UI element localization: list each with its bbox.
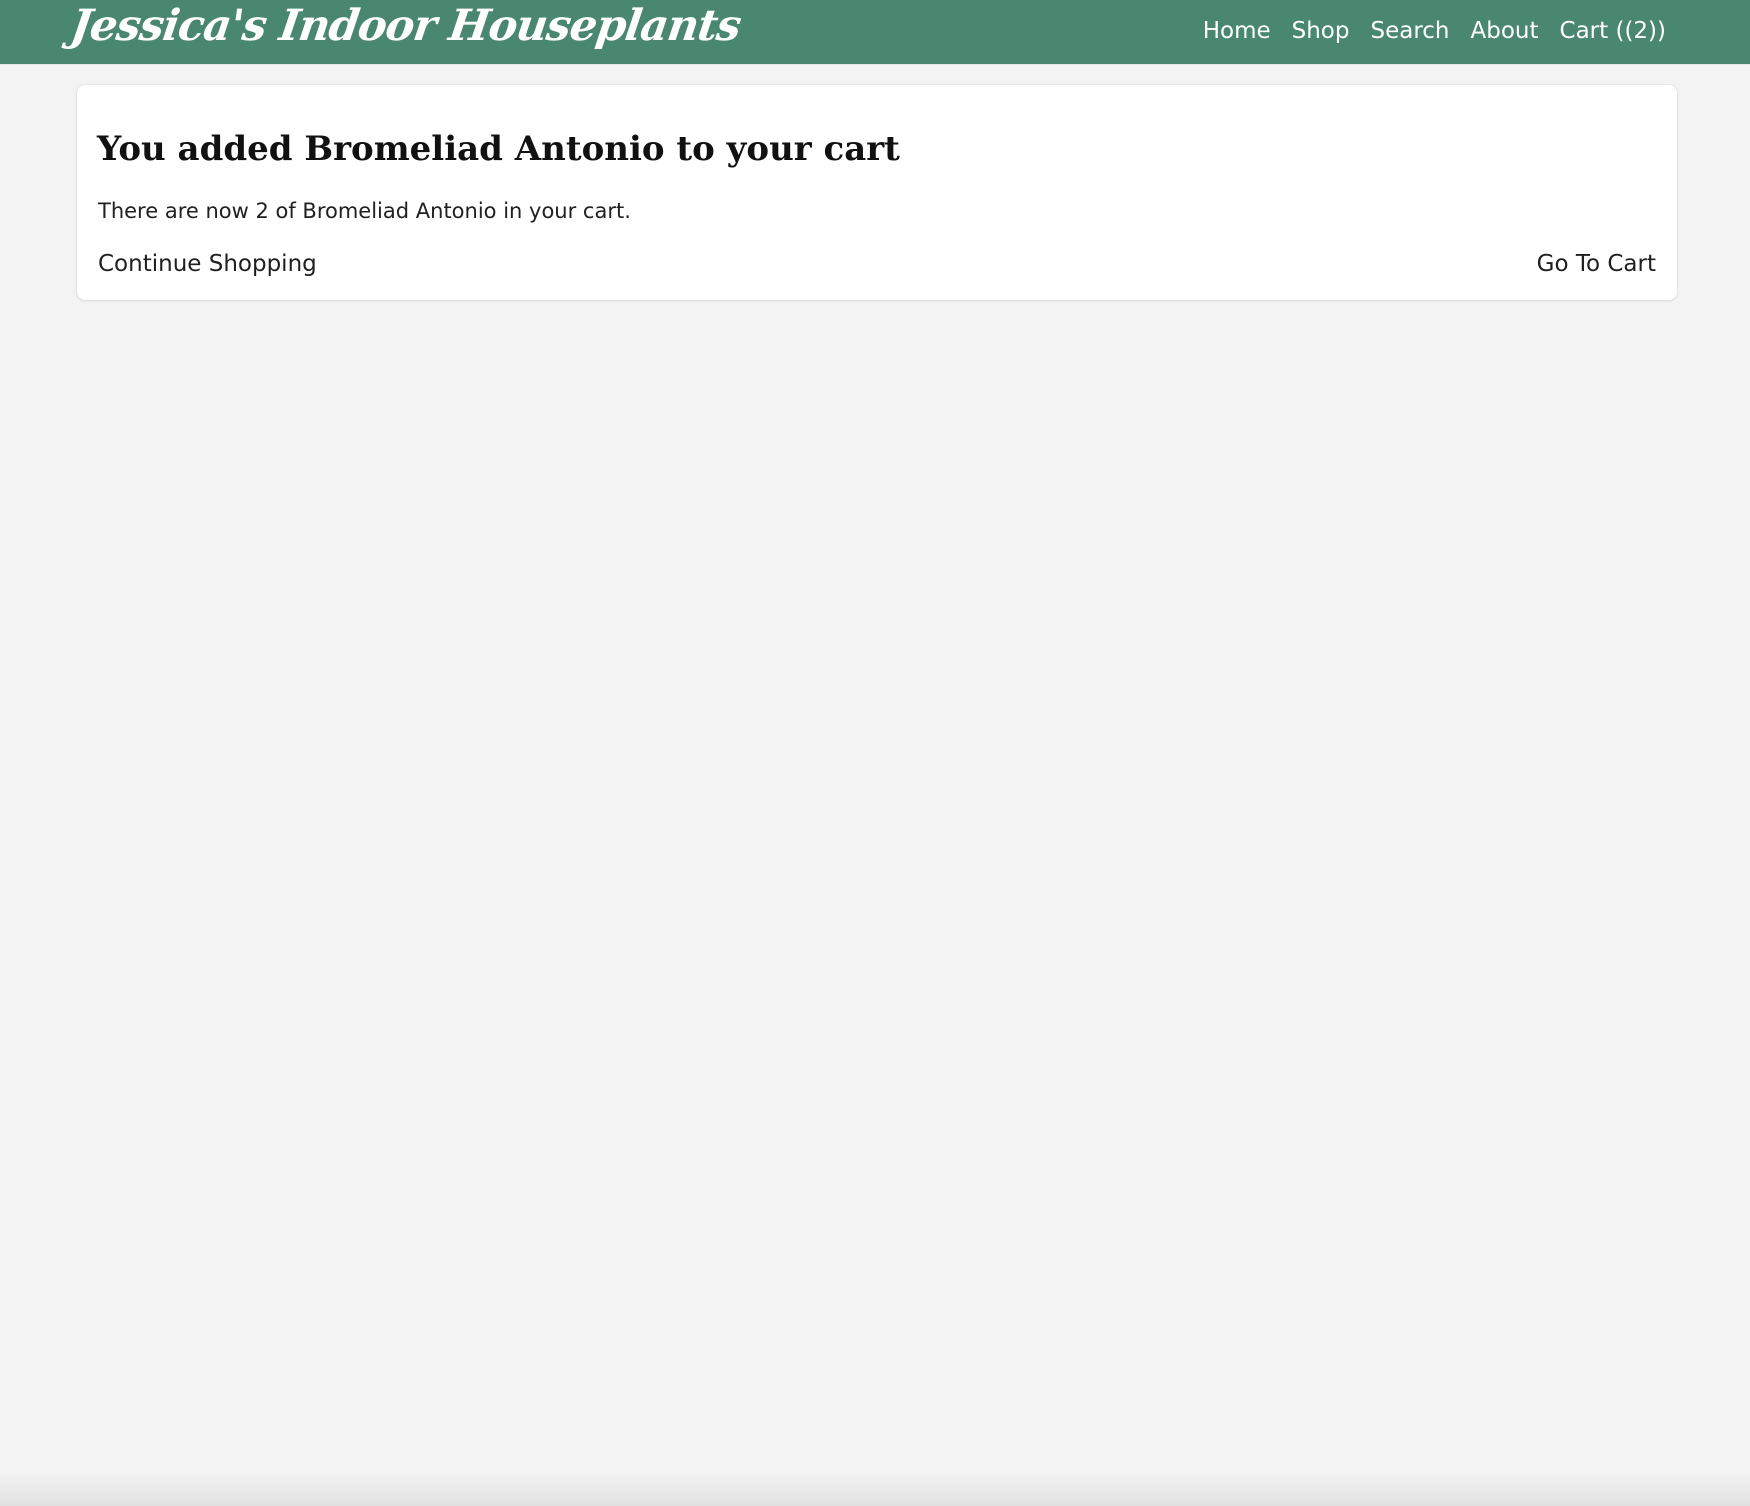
nav-shop-link[interactable]: Shop: [1292, 16, 1350, 46]
bottom-shade: [0, 1472, 1750, 1506]
nav-search-link[interactable]: Search: [1370, 16, 1449, 46]
cart-confirmation-card: You added Bromeliad Antonio to your cart…: [77, 85, 1677, 300]
nav-home-link[interactable]: Home: [1203, 16, 1271, 46]
site-brand[interactable]: Jessica's Indoor Houseplants: [68, 1, 744, 51]
cart-confirmation-title: You added Bromeliad Antonio to your cart: [97, 129, 900, 169]
nav-cart-link[interactable]: Cart ((2)): [1560, 16, 1666, 46]
main-navigation: Home Shop Search About Cart ((2)): [1203, 16, 1666, 46]
go-to-cart-link[interactable]: Go To Cart: [1537, 249, 1656, 279]
cart-confirmation-actions: Continue Shopping Go To Cart: [98, 249, 1656, 279]
site-header: Jessica's Indoor Houseplants Home Shop S…: [0, 0, 1750, 64]
nav-about-link[interactable]: About: [1471, 16, 1539, 46]
cart-confirmation-message: There are now 2 of Bromeliad Antonio in …: [98, 199, 631, 223]
continue-shopping-link[interactable]: Continue Shopping: [98, 249, 317, 279]
